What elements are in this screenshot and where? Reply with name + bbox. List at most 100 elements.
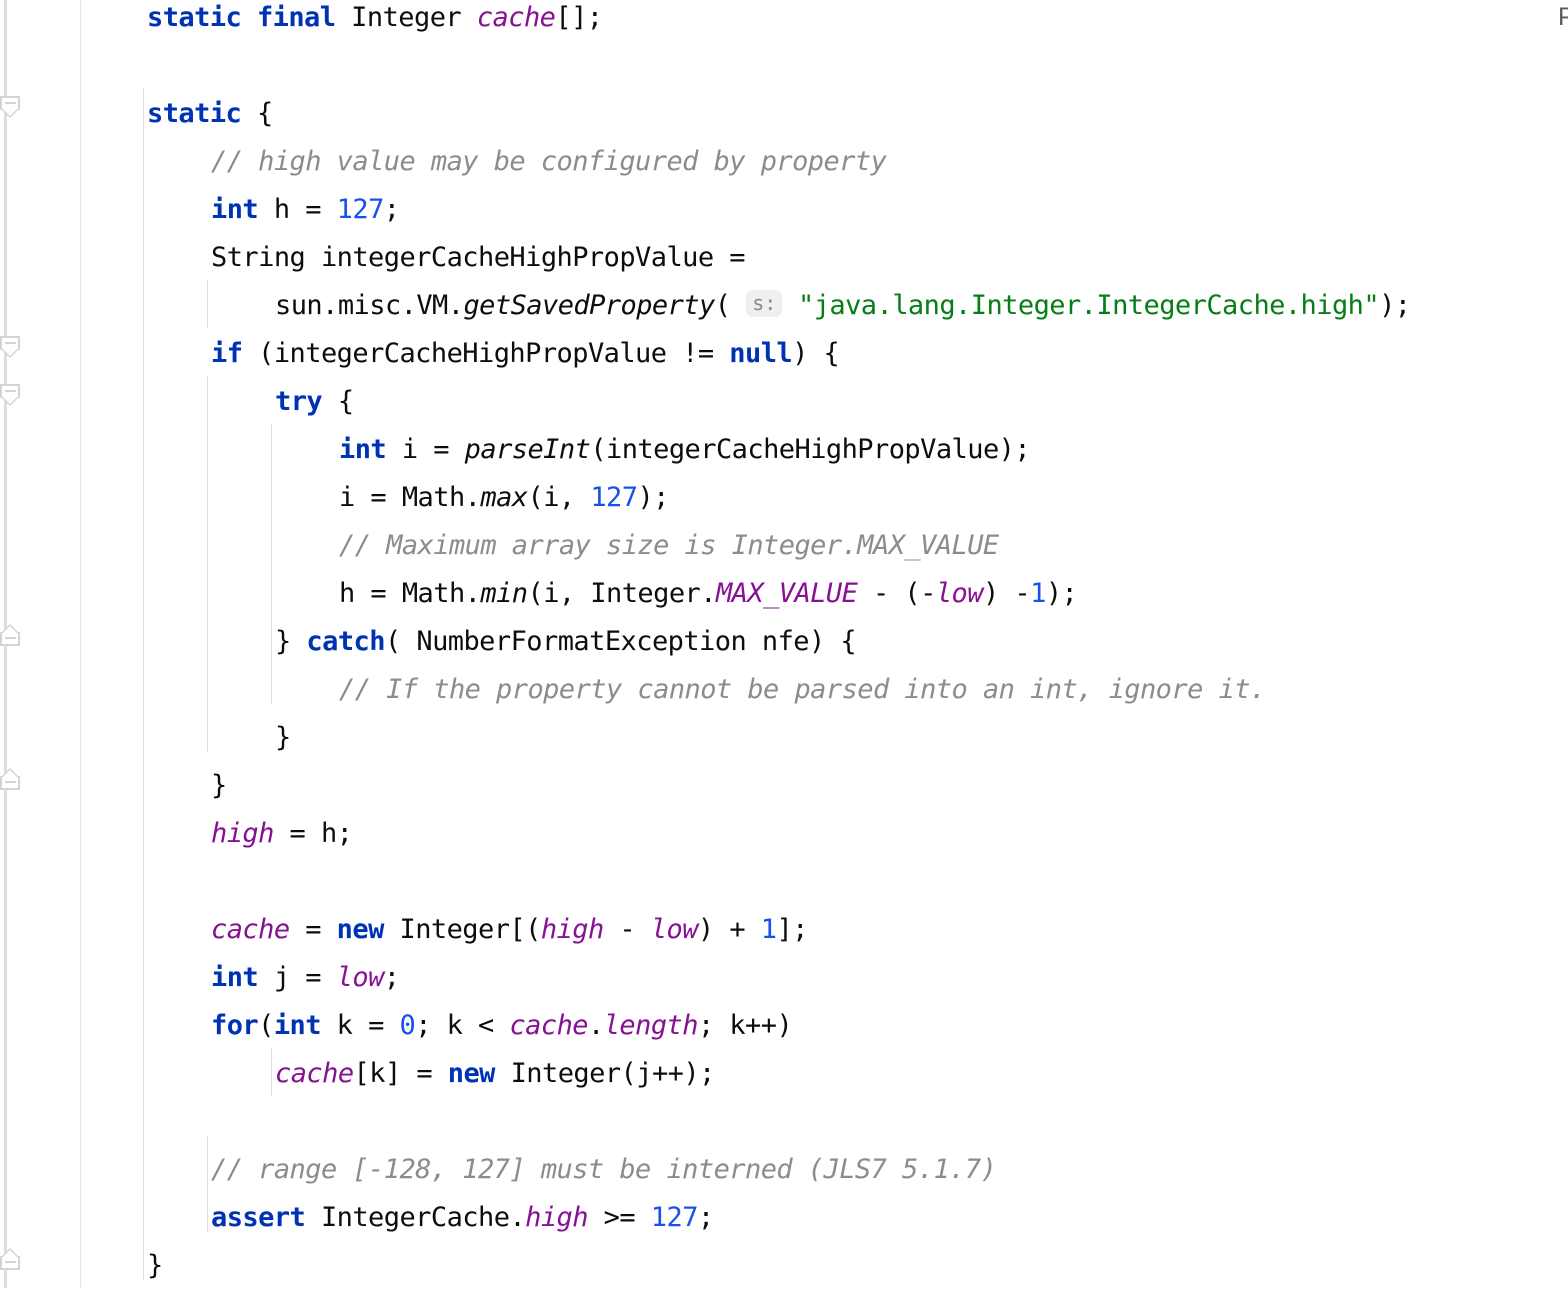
line-if-not-null[interactable]: if (integerCacheHighPropValue != null) { bbox=[211, 330, 840, 378]
code-token-kw: static bbox=[147, 98, 242, 129]
code-token-plain: - (- bbox=[857, 578, 936, 609]
line-comment-max-array-size[interactable]: // Maximum array size is Integer.MAX_VAL… bbox=[339, 522, 999, 570]
clipped-edge-glyph: P bbox=[1558, 3, 1568, 31]
code-token-cmt: // range [-128, 127] must be interned (J… bbox=[211, 1154, 997, 1185]
line-int-j-low[interactable]: int j = low; bbox=[211, 954, 400, 1002]
code-token-fld: low bbox=[935, 578, 984, 609]
code-token-plain: []; bbox=[555, 2, 603, 33]
code-token-plain: h = Math. bbox=[339, 578, 481, 609]
line-for-loop[interactable]: for(int k = 0; k < cache.length; k++) bbox=[211, 1002, 793, 1050]
fold-marker-tip-inner bbox=[3, 397, 17, 404]
code-token-plain: ); bbox=[1379, 290, 1411, 321]
line-comment-high-value[interactable]: // high value may be configured by prope… bbox=[211, 138, 887, 186]
fold-marker-minus-icon bbox=[5, 390, 16, 392]
code-token-plain: Integer(j++); bbox=[494, 1058, 716, 1089]
indent-guide-level-3b bbox=[271, 1048, 272, 1096]
code-token-kw: int bbox=[211, 962, 259, 993]
line-math-max[interactable]: i = Math.max(i, 127); bbox=[339, 474, 669, 522]
code-token-num: 0 bbox=[399, 1010, 416, 1041]
code-token-plain: ) + bbox=[697, 914, 761, 945]
fold-marker-if-block-start[interactable] bbox=[0, 336, 22, 358]
line-static-block-open[interactable]: static { bbox=[147, 90, 273, 138]
code-token-plain: (integerCacheHighPropValue != bbox=[242, 338, 730, 369]
code-token-kw: int bbox=[339, 434, 387, 465]
indent-guide-level-2c bbox=[207, 1136, 208, 1232]
fold-marker-try-block-end[interactable] bbox=[0, 624, 22, 646]
fold-marker-if-block-end[interactable] bbox=[0, 768, 22, 790]
code-token-plain: k = bbox=[320, 1010, 400, 1041]
code-token-plain: j = bbox=[258, 962, 337, 993]
code-token-plain: ( NumberFormatException nfe) { bbox=[384, 626, 857, 657]
fold-marker-body bbox=[0, 632, 20, 646]
line-blank-3[interactable] bbox=[147, 1098, 163, 1146]
code-token-plain: } bbox=[211, 770, 227, 801]
inlay-parameter-hint[interactable]: s: bbox=[746, 290, 783, 317]
line-int-h-127[interactable]: int h = 127; bbox=[211, 186, 400, 234]
fold-marker-body bbox=[0, 1256, 20, 1270]
code-token-fld: cache bbox=[211, 914, 290, 945]
code-token-plain: } bbox=[275, 722, 291, 753]
fold-marker-minus-icon bbox=[5, 637, 16, 639]
code-token-num: 127 bbox=[650, 1202, 699, 1233]
line-static-block-close[interactable]: } bbox=[147, 1242, 163, 1290]
fold-marker-tip-inner bbox=[3, 770, 17, 777]
line-cache-declaration[interactable]: static final Integer cache[]; bbox=[147, 0, 603, 42]
fold-marker-body bbox=[0, 776, 20, 790]
line-blank-1[interactable] bbox=[147, 42, 163, 90]
code-token-plain: IntegerCache. bbox=[305, 1202, 526, 1233]
line-high-assign[interactable]: high = h; bbox=[211, 810, 353, 858]
code-token-cmt: // If the property cannot be parsed into… bbox=[339, 674, 1266, 705]
line-comment-ignore[interactable]: // If the property cannot be parsed into… bbox=[339, 666, 1266, 714]
code-token-plain: } bbox=[147, 1250, 163, 1281]
code-token-plain: h = bbox=[258, 194, 337, 225]
line-catch[interactable]: } catch( NumberFormatException nfe) { bbox=[275, 618, 857, 666]
fold-marker-minus-icon bbox=[5, 781, 16, 783]
fold-marker-try-block-start[interactable] bbox=[0, 384, 22, 406]
code-content[interactable]: static final Integer cache[]; static {//… bbox=[81, 0, 1568, 1288]
code-token-kw: try bbox=[275, 386, 323, 417]
line-assert[interactable]: assert IntegerCache.high >= 127; bbox=[211, 1194, 714, 1242]
code-token-plain: Integer bbox=[351, 2, 477, 33]
line-try-open[interactable]: try { bbox=[275, 378, 354, 426]
code-token-plain: . bbox=[587, 1010, 604, 1041]
code-token-plain: - bbox=[603, 914, 651, 945]
line-cache-new-array[interactable]: cache = new Integer[(high - low) + 1]; bbox=[211, 906, 808, 954]
code-token-str: "java.lang.Integer.IntegerCache.high" bbox=[782, 290, 1380, 321]
line-cache-assign[interactable]: cache[k] = new Integer(j++); bbox=[275, 1050, 715, 1098]
line-math-min[interactable]: h = Math.min(i, Integer.MAX_VALUE - (-lo… bbox=[339, 570, 1078, 618]
code-token-cmt: // Maximum array size is Integer.MAX_VAL… bbox=[339, 530, 999, 561]
code-token-plain: Integer[( bbox=[383, 914, 541, 945]
code-token-kw: catch bbox=[306, 626, 385, 657]
code-token-plain: ( bbox=[714, 290, 747, 321]
code-token-kw: for bbox=[211, 1010, 259, 1041]
code-token-plain: ; bbox=[697, 1202, 714, 1233]
editor-gutter[interactable] bbox=[0, 0, 81, 1288]
code-token-fld: cache bbox=[509, 1010, 588, 1041]
line-if-close[interactable]: } bbox=[211, 762, 227, 810]
line-get-saved-property[interactable]: sun.misc.VM.getSavedProperty( s: "java.l… bbox=[275, 282, 1411, 330]
fold-marker-static-block-end[interactable] bbox=[0, 1248, 22, 1270]
code-token-plain: ) { bbox=[792, 338, 840, 369]
code-token-plain: (i, Integer. bbox=[527, 578, 716, 609]
line-catch-close[interactable]: } bbox=[275, 714, 291, 762]
indent-guide-level-2a bbox=[207, 280, 208, 328]
fold-marker-tip-inner bbox=[3, 1250, 17, 1257]
code-token-num: 127 bbox=[590, 482, 638, 513]
code-token-kw: null bbox=[729, 338, 793, 369]
code-token-mth: max bbox=[480, 482, 528, 513]
code-token-plain: ; bbox=[383, 962, 400, 993]
code-token-fld: high bbox=[525, 1202, 588, 1233]
code-token-plain: >= bbox=[587, 1202, 651, 1233]
line-string-prop-declaration[interactable]: String integerCacheHighPropValue = bbox=[211, 234, 746, 282]
code-token-plain: { bbox=[241, 98, 273, 129]
code-token-plain: } bbox=[275, 626, 307, 657]
code-token-plain: [k] = bbox=[353, 1058, 448, 1089]
indent-guide-level-2b bbox=[207, 376, 208, 752]
fold-marker-static-block-start[interactable] bbox=[0, 96, 22, 118]
code-token-plain: i = Math. bbox=[339, 482, 481, 513]
code-editor[interactable]: static final Integer cache[]; static {//… bbox=[0, 0, 1568, 1288]
code-token-kw: assert bbox=[211, 1202, 306, 1233]
line-comment-range[interactable]: // range [-128, 127] must be interned (J… bbox=[211, 1146, 997, 1194]
line-blank-2[interactable] bbox=[147, 858, 163, 906]
line-parse-int[interactable]: int i = parseInt(integerCacheHighPropVal… bbox=[339, 426, 1031, 474]
